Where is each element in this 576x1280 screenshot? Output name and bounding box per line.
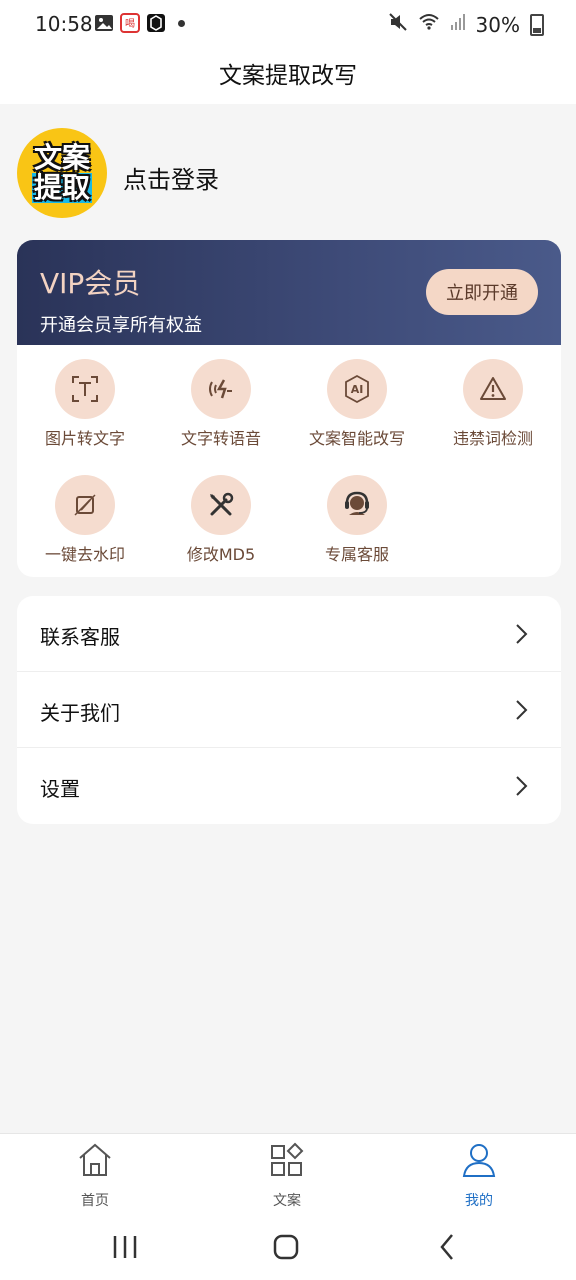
user-icon [461,1142,497,1178]
notification-icons: 喝 [94,13,185,33]
chevron-right-icon [509,622,533,646]
feature-label: 修改MD5 [186,545,256,564]
tab-copywriting[interactable]: 文案 [227,1142,347,1209]
back-button[interactable] [428,1231,468,1263]
menu-item-label: 联系客服 [40,625,120,649]
customer-service-icon [327,475,387,535]
tab-label: 文案 [273,1193,301,1209]
avatar-logo-line2: 提取 [31,171,92,204]
bottom-tab-bar: 首页 文案 我的 [0,1133,576,1214]
feature-customer-service[interactable]: 专属客服 [289,461,425,564]
status-time: 10:58 [35,12,93,36]
feature-label: 专属客服 [324,545,389,564]
feature-label: 文案智能改写 [308,429,405,448]
app-bar: 文案提取改写 [0,48,576,104]
feature-image-to-text[interactable]: 图片转文字 [17,345,153,448]
feature-ai-rewrite[interactable]: AI 文案智能改写 [289,345,425,448]
tab-label: 首页 [81,1193,109,1209]
home-icon [77,1142,113,1178]
recent-apps-button[interactable] [105,1231,145,1263]
vip-card: VIP会员 开通会员享所有权益 立即开通 图片转文字 文字转语音 AI 文案智能… [17,240,561,577]
tab-home[interactable]: 首页 [35,1142,155,1209]
feature-label: 文字转语音 [180,429,261,448]
warning-icon [463,359,523,419]
feature-label: 一键去水印 [44,545,125,564]
chevron-right-icon [509,774,533,798]
ai-rewrite-icon: AI [327,359,387,419]
more-notifications-dot [178,19,185,27]
feature-label: 违禁词检测 [452,429,533,448]
mute-icon [388,12,408,37]
text-to-speech-icon [191,359,251,419]
login-link[interactable]: 点击登录 [123,160,219,195]
vip-banner: VIP会员 开通会员享所有权益 立即开通 [17,240,561,345]
tab-mine[interactable]: 我的 [419,1142,539,1209]
signal-icon [450,12,466,37]
status-bar: 10:58 喝 30% [0,0,576,48]
apps-icon [269,1142,305,1178]
vip-subtitle: 开通会员享所有权益 [40,315,202,336]
gallery-icon [94,13,114,33]
system-status: 30% [388,12,544,37]
menu-item-settings[interactable]: 设置 [17,748,561,824]
menu-item-label: 关于我们 [40,701,120,725]
wifi-icon [418,12,440,37]
svg-text:喝: 喝 [125,18,135,30]
settings-menu: 联系客服 关于我们 设置 [17,596,561,824]
home-button[interactable] [266,1231,306,1263]
feature-text-to-speech[interactable]: 文字转语音 [153,345,289,448]
menu-item-about-us[interactable]: 关于我们 [17,672,561,748]
app-icon [146,13,166,33]
image-to-text-icon [55,359,115,419]
chevron-right-icon [509,698,533,722]
tab-label: 我的 [465,1193,493,1209]
avatar-logo-line1: 文案 [33,141,90,174]
svg-text:AI: AI [351,383,364,396]
page-title: 文案提取改写 [219,63,357,89]
feature-grid: 图片转文字 文字转语音 AI 文案智能改写 违禁词检测 一键去水印 修改MD5 … [17,345,561,577]
feature-banned-words[interactable]: 违禁词检测 [425,345,561,448]
avatar[interactable]: 文案 提取 [17,128,107,218]
remove-watermark-icon [55,475,115,535]
tools-icon [191,475,251,535]
feature-label: 图片转文字 [44,429,125,448]
menu-item-label: 设置 [40,777,80,801]
feature-remove-watermark[interactable]: 一键去水印 [17,461,153,564]
feature-modify-md5[interactable]: 修改MD5 [153,461,289,564]
battery-icon [530,13,544,36]
menu-item-contact-support[interactable]: 联系客服 [17,596,561,672]
system-nav-bar [0,1213,576,1280]
battery-level: 30% [475,12,520,37]
vip-title: VIP会员 [40,267,141,300]
open-vip-button[interactable]: 立即开通 [426,269,538,315]
app-badge-icon: 喝 [120,13,140,33]
profile-section[interactable]: 文案 提取 点击登录 [0,104,576,240]
